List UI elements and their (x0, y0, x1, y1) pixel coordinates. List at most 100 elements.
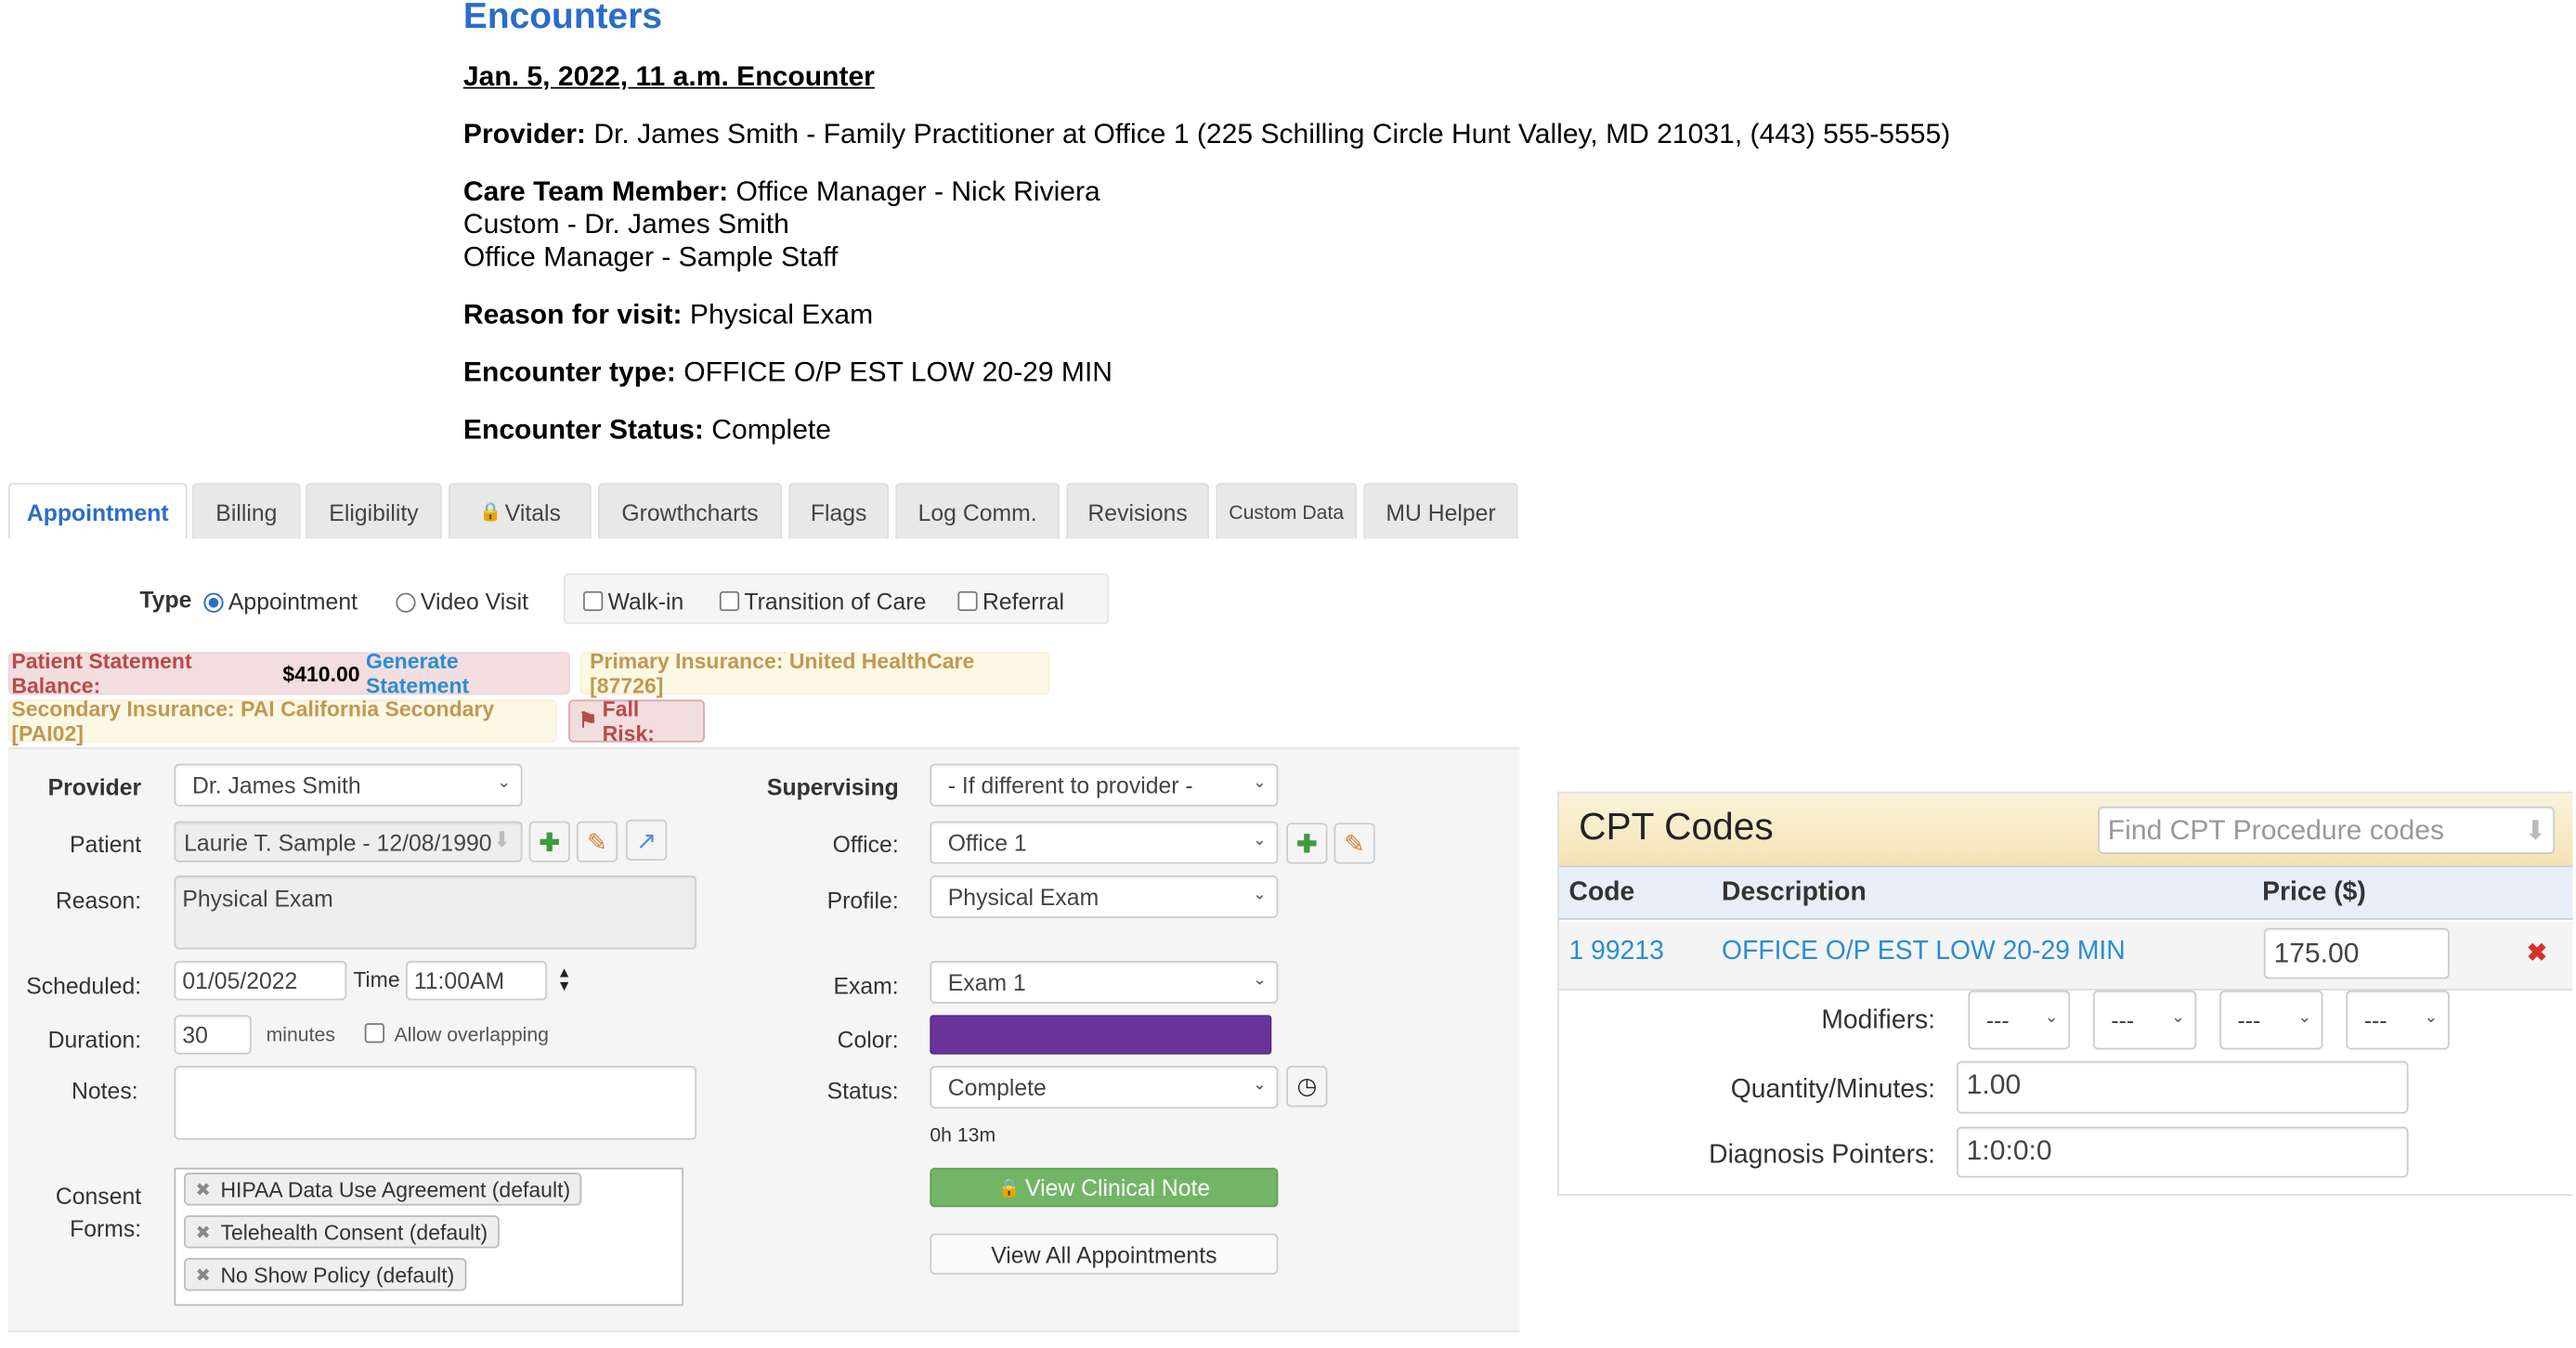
radio-label: Appointment (228, 588, 358, 615)
provider-label: Provider (47, 773, 142, 800)
edit-patient-button[interactable]: ✎ (576, 821, 618, 862)
cpt-code: 99213 (1591, 938, 1664, 966)
share-icon: ↗ (636, 826, 657, 855)
modifier-select[interactable]: --- ⌄ (1968, 990, 2071, 1050)
add-patient-button[interactable]: ✚ (528, 821, 570, 862)
office-label: Office: (832, 831, 899, 858)
modifier-select[interactable]: --- ⌄ (2092, 990, 2197, 1050)
status-history-button[interactable]: ◷ (1286, 1066, 1328, 1108)
radio-label: Video Visit (420, 588, 529, 615)
button-label: View Clinical Note (1025, 1173, 1211, 1201)
modifier-select[interactable]: --- ⌄ (2346, 990, 2450, 1050)
remove-icon[interactable]: ✖ (196, 1178, 211, 1199)
clock-icon: ◷ (1296, 1072, 1318, 1099)
transition-of-care-checkbox[interactable]: Transition of Care (719, 588, 926, 615)
delete-row-icon[interactable]: ✖ (2527, 938, 2547, 967)
balance-alert: Patient Statement Balance: $410.00 Gener… (7, 649, 570, 698)
notes-label: Notes: (72, 1077, 138, 1104)
select-value: Office 1 (947, 829, 1027, 856)
balance-value: $410.00 (282, 661, 360, 686)
tab-log-comm[interactable]: Log Comm. (895, 483, 1060, 539)
placeholder: Find CPT Procedure codes (2107, 813, 2444, 846)
tag-label: Telehealth Consent (default) (220, 1219, 488, 1245)
radio-checked[interactable] (203, 592, 224, 613)
supervising-select[interactable]: - If different to provider - ⌄ (930, 763, 1279, 807)
status-label: Encounter Status: (462, 413, 704, 446)
chevron-down-icon: ⌄ (1253, 831, 1267, 850)
chevron-down-icon: ⌄ (2171, 1008, 2185, 1028)
cpt-description-link[interactable]: OFFICE O/P EST LOW 20-29 MIN (1722, 938, 2126, 967)
reason-label: Reason for visit: (462, 298, 683, 331)
checkbox-label: Referral (982, 588, 1065, 615)
consent-forms-label: Consent Forms: (0, 1179, 141, 1245)
add-office-button[interactable]: ✚ (1286, 823, 1328, 864)
quantity-input[interactable]: 1.00 (1957, 1060, 2409, 1114)
color-picker[interactable] (930, 1015, 1272, 1055)
checkbox[interactable] (583, 590, 604, 612)
tab-custom-data[interactable]: Custom Data (1216, 483, 1358, 539)
time-stepper-icon[interactable]: ▲ ▼ (557, 965, 572, 992)
status-line: Encounter Status: Complete (463, 414, 831, 447)
balance-label: Patient Statement Balance: (11, 648, 192, 698)
scheduled-date-input[interactable]: 01/05/2022 (174, 960, 347, 1001)
chevron-down-icon: ⌄ (497, 773, 512, 793)
referral-checkbox[interactable]: Referral (957, 588, 1065, 615)
walk-in-checkbox[interactable]: Walk-in (583, 588, 683, 615)
lock-icon: 🔒 (997, 1178, 1021, 1199)
cpt-table-header (1558, 867, 2573, 920)
generate-statement-link[interactable]: Generate Statement (366, 649, 560, 698)
edit-office-button[interactable]: ✎ (1334, 823, 1375, 864)
tab-vitals[interactable]: 🔒 Vitals (448, 483, 592, 539)
diagnosis-pointers-input[interactable]: 1:0:0:0 (1957, 1126, 2409, 1178)
chevron-down-icon: ⌄ (2297, 1008, 2312, 1028)
tab-growthcharts[interactable]: Growthcharts (597, 483, 783, 539)
tab-billing[interactable]: Billing (191, 483, 301, 539)
fall-risk-label: Fall Risk: (602, 696, 655, 746)
view-all-appointments-button[interactable]: View All Appointments (930, 1233, 1279, 1275)
checkbox[interactable] (719, 590, 740, 612)
tab-eligibility[interactable]: Eligibility (306, 483, 442, 539)
select-value: Dr. James Smith (191, 771, 361, 798)
modifier-select[interactable]: --- ⌄ (2219, 990, 2323, 1050)
allow-overlapping-checkbox[interactable]: Allow overlapping (364, 1023, 549, 1046)
encounter-link[interactable]: Jan. 5, 2022, 11 a.m. Encounter (463, 60, 875, 93)
checkbox[interactable] (364, 1023, 384, 1043)
status-label: Status: (826, 1077, 899, 1104)
open-patient-button[interactable]: ↗ (626, 819, 668, 862)
profile-select[interactable]: Physical Exam ⌄ (930, 875, 1279, 918)
tab-flags[interactable]: Flags (788, 483, 890, 539)
status-select[interactable]: Complete ⌄ (930, 1066, 1279, 1109)
tab-mu-helper[interactable]: MU Helper (1363, 483, 1518, 539)
provider-select[interactable]: Dr. James Smith ⌄ (174, 763, 523, 807)
price-input[interactable]: 175.00 (2263, 927, 2450, 979)
elapsed-time: 0h 13m (930, 1123, 996, 1147)
checkbox[interactable] (957, 590, 978, 612)
cpt-code-link[interactable]: 1 99213 (1569, 938, 1664, 967)
radio-unchecked[interactable] (396, 592, 416, 613)
remove-icon[interactable]: ✖ (196, 1264, 211, 1285)
color-label: Color: (837, 1026, 899, 1054)
pencil-icon: ✎ (1344, 830, 1365, 859)
tab-revisions[interactable]: Revisions (1066, 483, 1210, 539)
select-value: Physical Exam (947, 883, 1099, 911)
column-header: Price ($) (2262, 878, 2366, 907)
provider-line: Provider: Dr. James Smith - Family Pract… (463, 118, 1950, 150)
label-line: Consent (55, 1182, 142, 1210)
remove-icon[interactable]: ✖ (196, 1221, 211, 1242)
tab-appointment[interactable]: Appointment (7, 483, 188, 539)
reason-line: Reason for visit: Physical Exam (463, 299, 873, 331)
reason-textarea[interactable]: Physical Exam (174, 875, 697, 950)
type-line: Encounter type: OFFICE O/P EST LOW 20-29… (463, 356, 1112, 389)
supervising-label: Supervising (766, 773, 899, 800)
office-select[interactable]: Office 1 ⌄ (930, 821, 1279, 864)
patient-select[interactable]: Laurie T. Sample - 12/08/1990 ⬇ (174, 821, 523, 862)
view-clinical-note-button[interactable]: 🔒 View Clinical Note (930, 1167, 1279, 1208)
chevron-down-icon: ⌄ (1253, 1076, 1267, 1095)
exam-select[interactable]: Exam 1 ⌄ (930, 960, 1279, 1004)
cpt-search-input[interactable]: Find CPT Procedure codes ⬇ (2098, 806, 2555, 854)
radio-video-visit[interactable]: Video Visit (396, 588, 529, 615)
notes-textarea[interactable] (174, 1066, 697, 1140)
radio-appointment[interactable]: Appointment (203, 588, 358, 615)
duration-input[interactable]: 30 (174, 1015, 252, 1055)
time-input[interactable]: 11:00AM (405, 960, 548, 1001)
